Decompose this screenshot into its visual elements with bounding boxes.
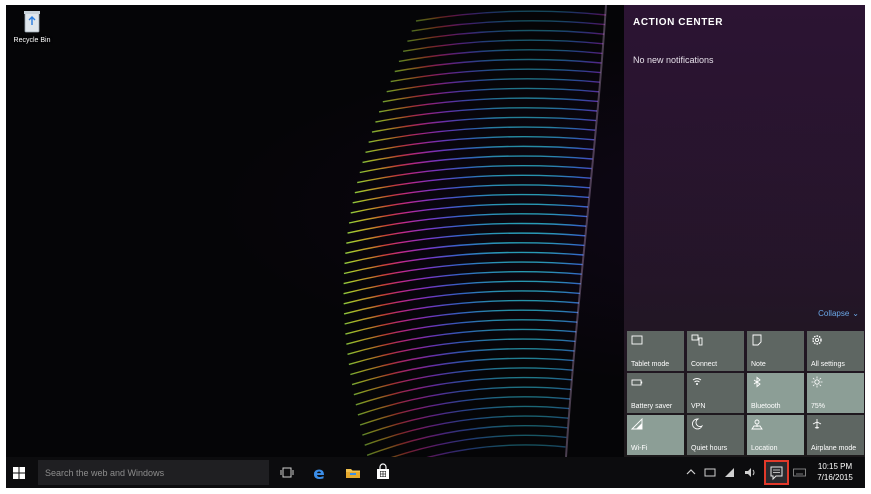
- file-explorer-button[interactable]: [344, 463, 362, 482]
- network-tray-button[interactable]: [723, 466, 737, 479]
- tablet-icon: [704, 468, 716, 477]
- action-center-panel: ACTION CENTER No new notifications Colla…: [624, 5, 865, 457]
- notification-icon: [770, 466, 783, 481]
- tablet-tray-button[interactable]: [703, 466, 717, 479]
- quiet-hours-moon-icon: [692, 418, 703, 430]
- quick-action-battery-saver[interactable]: Battery saver: [627, 373, 684, 413]
- touch-keyboard-button[interactable]: [793, 466, 806, 479]
- speaker-icon: [745, 468, 755, 477]
- network-signal-icon: [725, 468, 734, 477]
- brightness-icon: [811, 376, 823, 388]
- note-icon: [752, 334, 762, 346]
- store-bag-icon: [377, 463, 389, 479]
- quick-action-label: VPN: [691, 403, 706, 410]
- quick-action-airplane-mode[interactable]: Airplane mode: [807, 415, 864, 455]
- edge-icon: e: [313, 464, 325, 482]
- vpn-icon: [692, 378, 702, 385]
- connect-icon: [691, 334, 703, 346]
- quick-action-tablet-mode[interactable]: Tablet mode: [627, 331, 684, 371]
- location-icon: [751, 419, 763, 430]
- quick-action-vpn[interactable]: VPN: [687, 373, 744, 413]
- quick-actions-grid: Tablet mode Connect Note All settings Batter…: [627, 331, 865, 455]
- taskbar: e: [6, 457, 865, 488]
- quick-action-label: Wi-Fi: [631, 445, 648, 452]
- recycle-bin-icon: [24, 11, 40, 33]
- battery-saver-icon: [631, 379, 643, 386]
- edge-browser-button[interactable]: e: [310, 463, 328, 482]
- tablet-mode-icon: [631, 335, 643, 345]
- collapse-link[interactable]: Collapse ⌄: [815, 308, 859, 318]
- quick-action-note[interactable]: Note: [747, 331, 804, 371]
- no-notifications-text: No new notifications: [633, 55, 714, 65]
- quick-action-label: Bluetooth: [751, 403, 781, 410]
- collapse-label: Collapse: [818, 309, 850, 318]
- quick-action-quiet-hours[interactable]: Quiet hours: [687, 415, 744, 455]
- settings-gear-icon: [812, 335, 822, 345]
- quick-action-label: Note: [751, 361, 766, 368]
- quick-action-label: 75%: [811, 403, 826, 410]
- quick-action-wi-fi[interactable]: Wi-Fi: [627, 415, 684, 455]
- quick-action-label: All settings: [811, 361, 845, 368]
- search-input[interactable]: [45, 460, 263, 485]
- volume-tray-button[interactable]: [743, 466, 757, 479]
- quick-action-location[interactable]: Location: [747, 415, 804, 455]
- clock-date: 7/16/2015: [817, 473, 853, 482]
- clock-time: 10:15 PM: [817, 462, 853, 471]
- windows-logo-icon: [13, 467, 25, 479]
- search-box[interactable]: [38, 460, 269, 485]
- action-center-button[interactable]: [764, 460, 789, 485]
- quick-action-brightness[interactable]: 75%: [807, 373, 864, 413]
- quick-action-connect[interactable]: Connect: [687, 331, 744, 371]
- folder-icon: [346, 469, 360, 478]
- chevron-up-icon: [686, 469, 696, 475]
- quick-action-all-settings[interactable]: All settings: [807, 331, 864, 371]
- chevron-down-icon: ⌄: [852, 309, 859, 318]
- desktop-icon-recycle-bin[interactable]: Recycle Bin: [10, 9, 54, 44]
- bluetooth-icon: [753, 376, 761, 388]
- quick-action-bluetooth[interactable]: Bluetooth: [747, 373, 804, 413]
- clock[interactable]: 10:15 PM 7/16/2015: [807, 461, 863, 483]
- airplane-icon: [812, 419, 822, 429]
- quick-action-label: Airplane mode: [811, 445, 857, 452]
- task-view-icon: [280, 467, 294, 478]
- start-button[interactable]: [13, 467, 25, 479]
- keyboard-icon: [793, 468, 806, 477]
- desktop-icon-label: Recycle Bin: [13, 37, 51, 44]
- quick-action-label: Tablet mode: [631, 361, 670, 368]
- show-hidden-icons-button[interactable]: [684, 466, 698, 479]
- wifi-icon: [631, 418, 643, 430]
- quick-action-label: Connect: [691, 361, 718, 368]
- windows-desktop-screen: Recycle Bin ACTION CENTER No new notific…: [6, 5, 865, 488]
- desktop: Recycle Bin ACTION CENTER No new notific…: [6, 5, 865, 457]
- task-view-button[interactable]: [278, 463, 296, 482]
- quick-action-label: Battery saver: [631, 403, 673, 410]
- quick-action-label: Location: [751, 445, 778, 452]
- quick-action-label: Quiet hours: [691, 445, 728, 452]
- store-button[interactable]: [374, 463, 392, 482]
- action-center-title: ACTION CENTER: [633, 17, 724, 28]
